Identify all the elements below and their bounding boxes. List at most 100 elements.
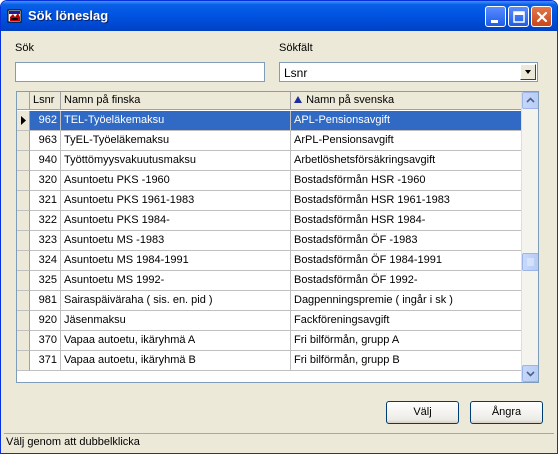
cell-name-swedish[interactable]: Fri bilförmån, grupp B <box>291 351 522 371</box>
table-row[interactable]: 920 Jäsenmaksu Fackföreningsavgift <box>17 311 522 331</box>
row-indicator-cell[interactable] <box>17 331 30 351</box>
title-bar[interactable]: Sök löneslag <box>1 1 557 31</box>
table-row[interactable]: 371 Vapaa autoetu, ikäryhmä B Fri bilförmå… <box>17 351 522 371</box>
table-row[interactable]: 940 Työttömyysvakuutusmaksu Arbetlöshetsfö… <box>17 151 522 171</box>
cell-lsnr[interactable]: 324 <box>30 251 61 271</box>
table-row[interactable]: 322 Asuntoetu PKS 1984- Bostadsförmån HSR … <box>17 211 522 231</box>
chevron-down-icon <box>525 70 531 74</box>
minimize-button[interactable] <box>485 6 506 27</box>
row-indicator-cell[interactable] <box>17 211 30 231</box>
row-indicator-cell[interactable] <box>17 191 30 211</box>
table-row[interactable]: 321 Asuntoetu PKS 1961-1983 Bostadsförmån … <box>17 191 522 211</box>
cell-lsnr[interactable]: 981 <box>30 291 61 311</box>
row-indicator-cell[interactable] <box>17 251 30 271</box>
cell-name-swedish[interactable]: Bostadsförmån ÖF 1984-1991 <box>291 251 522 271</box>
row-indicator-cell[interactable] <box>17 291 30 311</box>
table-row[interactable]: 323 Asuntoetu MS -1983 Bostadsförmån ÖF -1… <box>17 231 522 251</box>
cell-name-finnish[interactable]: Asuntoetu MS 1984-1991 <box>61 251 291 271</box>
dialog-window: Sök löneslag Sök Sökfält Lsnr Lsnr Namn … <box>0 0 558 454</box>
scroll-down-icon <box>526 371 535 377</box>
search-input[interactable] <box>15 62 265 82</box>
cell-name-swedish[interactable]: Bostadsförmån ÖF -1983 <box>291 231 522 251</box>
cell-name-swedish[interactable]: Arbetlöshetsförsäkringsavgift <box>291 151 522 171</box>
cell-name-swedish[interactable]: Fri bilförmån, grupp A <box>291 331 522 351</box>
column-header-swedish-label: Namn på svenska <box>306 94 395 106</box>
wage-type-grid[interactable]: Lsnr Namn på finska Namn på svenska 962 T… <box>16 91 539 383</box>
cell-name-finnish[interactable]: Asuntoetu PKS -1960 <box>61 171 291 191</box>
cell-name-finnish[interactable]: Asuntoetu PKS 1984- <box>61 211 291 231</box>
cancel-button[interactable]: Ångra <box>470 401 543 424</box>
cell-name-finnish[interactable]: TEL-Työeläkemaksu <box>61 111 291 131</box>
column-header-swedish[interactable]: Namn på svenska <box>291 92 522 110</box>
cell-name-finnish[interactable]: Vapaa autoetu, ikäryhmä A <box>61 331 291 351</box>
cell-lsnr[interactable]: 320 <box>30 171 61 191</box>
maximize-button[interactable] <box>508 6 529 27</box>
row-indicator-cell[interactable] <box>17 231 30 251</box>
cell-name-swedish[interactable]: Bostadsförmån HSR 1984- <box>291 211 522 231</box>
cell-lsnr[interactable]: 920 <box>30 311 61 331</box>
vertical-scrollbar[interactable] <box>521 92 538 382</box>
maximize-icon <box>513 11 525 23</box>
cell-lsnr[interactable]: 371 <box>30 351 61 371</box>
cell-name-finnish[interactable]: Jäsenmaksu <box>61 311 291 331</box>
cell-name-swedish[interactable]: Bostadsförmån ÖF 1992- <box>291 271 522 291</box>
grip-icon <box>527 258 534 266</box>
table-row[interactable]: 963 TyEL-Työeläkemaksu ArPL-Pensionsavgift <box>17 131 522 151</box>
scroll-up-icon <box>526 97 535 103</box>
cell-name-finnish[interactable]: Vapaa autoetu, ikäryhmä B <box>61 351 291 371</box>
cell-lsnr[interactable]: 370 <box>30 331 61 351</box>
search-field-value: Lsnr <box>284 66 308 80</box>
window-title: Sök löneslag <box>28 8 109 23</box>
cell-lsnr[interactable]: 325 <box>30 271 61 291</box>
cell-name-swedish[interactable]: APL-Pensionsavgift <box>291 111 522 131</box>
close-button[interactable] <box>531 6 552 27</box>
cell-name-swedish[interactable]: ArPL-Pensionsavgift <box>291 131 522 151</box>
cell-name-finnish[interactable]: Asuntoetu MS -1983 <box>61 231 291 251</box>
select-button[interactable]: Välj <box>386 401 459 424</box>
row-indicator-cell[interactable] <box>17 131 30 151</box>
header-indicator-cell <box>17 92 30 110</box>
minimize-icon <box>491 20 498 23</box>
dialog-body: Sök Sökfält Lsnr Lsnr Namn på finska Nam… <box>4 31 554 451</box>
cell-lsnr[interactable]: 940 <box>30 151 61 171</box>
row-pointer-icon <box>21 116 26 125</box>
cell-lsnr[interactable]: 963 <box>30 131 61 151</box>
scroll-down-button[interactable] <box>522 365 538 382</box>
cell-name-swedish[interactable]: Fackföreningsavgift <box>291 311 522 331</box>
sort-ascending-icon <box>294 96 302 103</box>
cell-name-finnish[interactable]: TyEL-Työeläkemaksu <box>61 131 291 151</box>
row-indicator-cell[interactable] <box>17 151 30 171</box>
row-indicator-cell[interactable] <box>17 271 30 291</box>
status-bar: Välj genom att dubbelklicka <box>4 433 554 451</box>
cell-lsnr[interactable]: 962 <box>30 111 61 131</box>
row-indicator-cell[interactable] <box>17 171 30 191</box>
cell-name-finnish[interactable]: Työttömyysvakuutusmaksu <box>61 151 291 171</box>
table-row[interactable]: 320 Asuntoetu PKS -1960 Bostadsförmån HSR … <box>17 171 522 191</box>
scroll-up-button[interactable] <box>522 92 538 109</box>
cell-lsnr[interactable]: 323 <box>30 231 61 251</box>
table-row[interactable]: 370 Vapaa autoetu, ikäryhmä A Fri bilförmå… <box>17 331 522 351</box>
table-row[interactable]: 981 Sairaspäiväraha ( sis. en. pid ) Dagpe… <box>17 291 522 311</box>
column-header-lsnr[interactable]: Lsnr <box>30 92 61 110</box>
cell-name-finnish[interactable]: Sairaspäiväraha ( sis. en. pid ) <box>61 291 291 311</box>
table-row[interactable]: 324 Asuntoetu MS 1984-1991 Bostadsförmån Ö… <box>17 251 522 271</box>
row-indicator-cell[interactable] <box>17 351 30 371</box>
cell-name-finnish[interactable]: Asuntoetu MS 1992- <box>61 271 291 291</box>
cell-name-finnish[interactable]: Asuntoetu PKS 1961-1983 <box>61 191 291 211</box>
search-field-select[interactable]: Lsnr <box>279 62 538 82</box>
cell-lsnr[interactable]: 321 <box>30 191 61 211</box>
cell-lsnr[interactable]: 322 <box>30 211 61 231</box>
row-indicator-cell[interactable] <box>17 111 30 131</box>
cell-name-swedish[interactable]: Bostadsförmån HSR 1961-1983 <box>291 191 522 211</box>
column-header-finnish[interactable]: Namn på finska <box>61 92 291 110</box>
cell-name-swedish[interactable]: Dagpenningspremie ( ingår i sk ) <box>291 291 522 311</box>
scroll-thumb[interactable] <box>522 253 538 271</box>
search-field-label: Sökfält <box>279 42 313 54</box>
dropdown-button[interactable] <box>520 64 536 80</box>
table-row[interactable]: 325 Asuntoetu MS 1992- Bostadsförmån ÖF 19… <box>17 271 522 291</box>
search-label: Sök <box>15 42 34 54</box>
cell-name-swedish[interactable]: Bostadsförmån HSR -1960 <box>291 171 522 191</box>
row-indicator-cell[interactable] <box>17 311 30 331</box>
table-row[interactable]: 962 TEL-Työeläkemaksu APL-Pensionsavgift <box>17 111 522 131</box>
app-icon[interactable] <box>7 8 23 24</box>
